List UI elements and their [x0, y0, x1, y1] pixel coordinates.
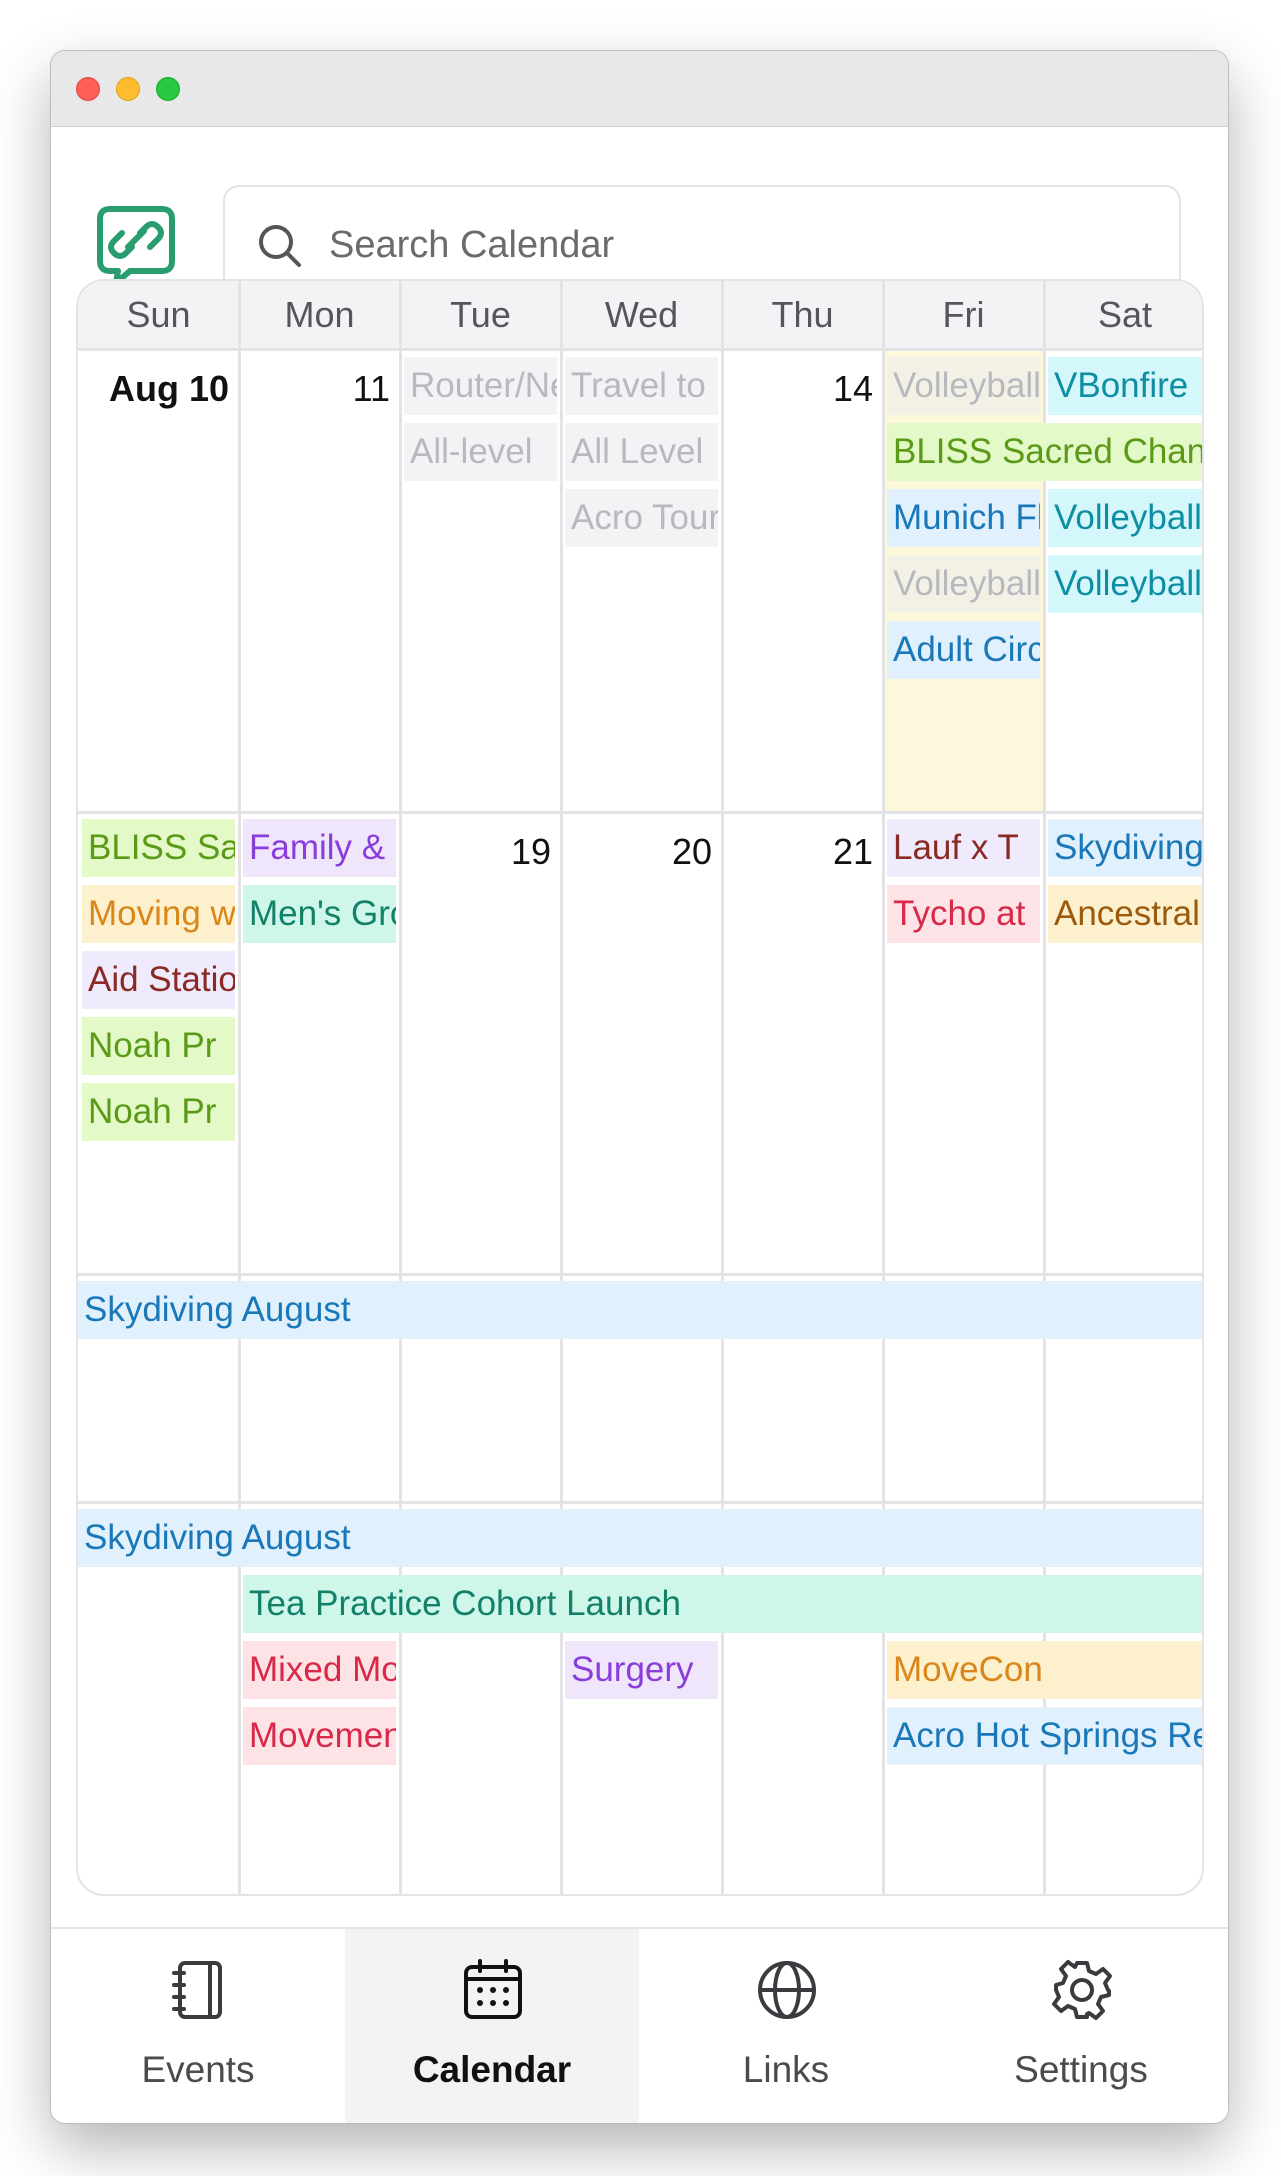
weekday-header-sun: Sun [78, 281, 239, 349]
calendar-event[interactable]: Skydiving August [78, 1509, 1202, 1567]
zoom-window-button[interactable] [156, 77, 180, 101]
day-cell[interactable] [78, 349, 239, 812]
tab-label: Calendar [412, 2049, 572, 2090]
weekday-header-sat: Sat [1044, 281, 1202, 349]
weekday-header-thu: Thu [722, 281, 883, 349]
calendar-event[interactable]: Acro Tour [565, 489, 718, 547]
calendar-event[interactable]: Travel to [565, 357, 718, 415]
calendar-event[interactable]: Mixed Movement [243, 1641, 396, 1699]
calendar-event[interactable]: Men's Group [243, 885, 396, 943]
calendar-event[interactable]: Adult Circus [887, 621, 1040, 679]
day-cell[interactable] [400, 349, 561, 812]
search-input[interactable] [329, 213, 1149, 277]
weekday-header-fri: Fri [883, 281, 1044, 349]
search-icon [259, 225, 301, 267]
calendar-event[interactable]: Noah Pr [82, 1017, 235, 1075]
day-cell[interactable] [400, 812, 561, 1274]
day-cell[interactable] [722, 812, 883, 1274]
weekday-header-tue: Tue [400, 281, 561, 349]
day-cell[interactable] [239, 812, 400, 1274]
calendar-event[interactable]: Tycho at [887, 885, 1040, 943]
calendar-event[interactable]: Movement [243, 1707, 396, 1765]
bottom-tab-bar: Events Calendar Links Settings [51, 1927, 1228, 2123]
day-cell[interactable] [561, 349, 722, 812]
day-number: 14 [832, 368, 873, 409]
calendar-event[interactable]: Acro Hot Springs Retreat [887, 1707, 1202, 1765]
calendar-event[interactable]: Noah Pr [82, 1083, 235, 1141]
day-cell[interactable] [722, 349, 883, 812]
day-number: 21 [832, 831, 873, 872]
tab-links[interactable]: Links [639, 1929, 933, 2123]
calendar-event[interactable]: Volleyball [1048, 555, 1202, 613]
day-cell[interactable] [1044, 812, 1202, 1274]
month-calendar-grid: SunMonTueWedThuFriSatAug 101112131415161… [76, 279, 1204, 1896]
calendar-event[interactable]: Tea Practice Cohort Launch [243, 1575, 1202, 1633]
weekday-header-mon: Mon [239, 281, 400, 349]
day-number: Aug 10 [108, 368, 229, 409]
minimize-window-button[interactable] [116, 77, 140, 101]
calendar-event[interactable]: Lauf x T [887, 819, 1040, 877]
calendar-event[interactable]: Volleyball [1048, 489, 1202, 547]
calendar-event[interactable]: All Level [565, 423, 718, 481]
globe-icon [754, 1957, 820, 2023]
day-cell[interactable] [883, 812, 1044, 1274]
calendar-event[interactable]: MoveCon [887, 1641, 1202, 1699]
calendar-event[interactable]: Router/Network [404, 357, 557, 415]
day-cell[interactable] [561, 812, 722, 1274]
app-window: SunMonTueWedThuFriSatAug 101112131415161… [51, 51, 1228, 2123]
calendar-event[interactable]: Aid Station [82, 951, 235, 1009]
calendar-event[interactable]: All-level [404, 423, 557, 481]
title-bar [51, 51, 1228, 127]
notebook-icon [166, 1957, 232, 2023]
day-number: 19 [510, 831, 551, 872]
day-number: 11 [352, 368, 390, 409]
calendar-event[interactable]: BLISS Sacred [82, 819, 235, 877]
calendar-event[interactable]: Volleyball [887, 555, 1040, 613]
calendar-event[interactable]: VBonfire [1048, 357, 1202, 415]
weekday-header-wed: Wed [561, 281, 722, 349]
calendar-event[interactable]: Volleyball [887, 357, 1040, 415]
tab-label: Settings [1014, 2049, 1148, 2090]
gear-icon [1049, 1957, 1115, 2023]
calendar-event[interactable]: Munich Flight [887, 489, 1040, 547]
day-number: 20 [671, 831, 712, 872]
tab-label: Links [742, 2049, 830, 2090]
tab-label: Events [141, 2049, 255, 2090]
calendar-icon [460, 1957, 526, 2023]
day-cell[interactable] [239, 349, 400, 812]
calendar-event[interactable]: Skydiving August [78, 1281, 1202, 1339]
tab-events[interactable]: Events [51, 1929, 345, 2123]
calendar-event[interactable]: BLISS Sacred Chants [887, 423, 1202, 481]
tab-calendar[interactable]: Calendar [345, 1929, 639, 2123]
tab-settings[interactable]: Settings [934, 1929, 1228, 2123]
calendar-event[interactable]: Surgery [565, 1641, 718, 1699]
close-window-button[interactable] [76, 77, 100, 101]
calendar-event[interactable]: Moving w [82, 885, 235, 943]
calendar-event[interactable]: Ancestral [1048, 885, 1202, 943]
app-logo-icon [97, 206, 175, 286]
calendar-event[interactable]: Skydiving [1048, 819, 1202, 877]
calendar-event[interactable]: Family & [243, 819, 396, 877]
